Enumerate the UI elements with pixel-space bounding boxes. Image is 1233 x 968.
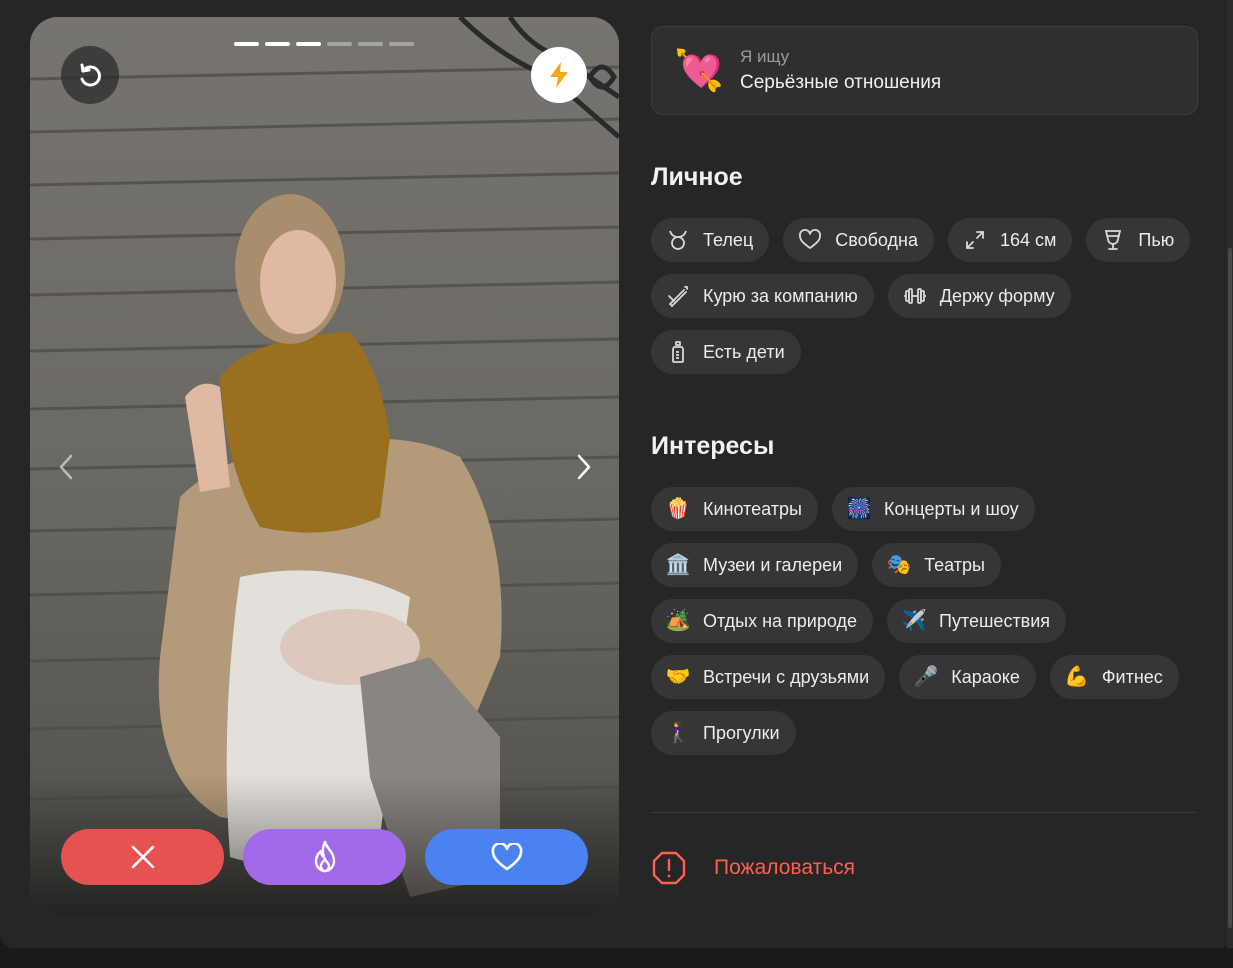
chip-relationship-status: Свободна — [783, 218, 934, 262]
personal-section-title: Личное — [651, 163, 743, 191]
lightning-icon — [550, 62, 568, 88]
interests-section-title: Интересы — [651, 432, 775, 460]
profile-panel: 💘 Я ищу Серьёзные отношения Личное Телец… — [0, 0, 1233, 948]
chip-interest-museums: 🏛️ Музеи и галереи — [651, 543, 859, 587]
dumbbell-icon — [902, 283, 928, 309]
report-button[interactable]: Пожаловаться — [651, 848, 855, 888]
chip-label: Фитнес — [1101, 666, 1163, 687]
chip-interest-friends: 🤝 Встречи с друзьями — [651, 655, 886, 699]
chip-height: 164 см — [947, 218, 1073, 262]
chip-label: Телец — [703, 229, 754, 250]
previous-photo-button[interactable] — [46, 447, 86, 487]
chip-fitness: Держу форму — [887, 274, 1071, 318]
flexed-biceps-icon: 💪 — [1064, 666, 1090, 688]
close-icon — [131, 845, 154, 869]
flame-icon — [314, 840, 335, 873]
museum-icon: 🏛️ — [665, 554, 691, 576]
section-divider — [651, 812, 1196, 813]
height-icon — [962, 227, 988, 253]
chevron-left-icon — [59, 454, 73, 480]
undo-icon — [80, 63, 101, 87]
personal-chips: Телец Свободна 164 см Пью Курю за компан… — [651, 218, 1211, 374]
chip-label: Курю за компанию — [703, 285, 858, 306]
chip-label: Театры — [924, 554, 985, 575]
chevron-right-icon — [577, 454, 591, 480]
chip-interest-nature: 🏕️ Отдых на природе — [651, 599, 873, 643]
warning-icon — [652, 851, 686, 885]
photo-progress-segment — [265, 42, 290, 46]
chip-drinking: Пью — [1086, 218, 1191, 262]
next-photo-button[interactable] — [564, 447, 604, 487]
boost-button[interactable] — [531, 47, 587, 103]
report-label: Пожаловаться — [714, 856, 856, 879]
looking-for-caption: Я ищу — [740, 47, 790, 66]
chip-children: Есть дети — [651, 330, 801, 374]
microphone-icon: 🎤 — [913, 666, 939, 688]
looking-for-card: 💘 Я ищу Серьёзные отношения — [651, 26, 1198, 115]
chip-interest-concerts: 🎆 Концерты и шоу — [831, 487, 1035, 531]
photo-progress-segment — [389, 42, 414, 46]
theatre-masks-icon: 🎭 — [886, 554, 912, 576]
chip-label: Кинотеатры — [703, 498, 802, 519]
chip-label: Встречи с друзьями — [703, 666, 870, 687]
chip-label: Есть дети — [703, 341, 785, 362]
chip-zodiac: Телец — [651, 218, 770, 262]
chip-label: Путешествия — [939, 610, 1051, 631]
chip-smoking: Курю за компанию — [651, 274, 874, 318]
interests-chips: 🍿 Кинотеатры 🎆 Концерты и шоу 🏛️ Музеи и… — [651, 487, 1211, 755]
fireworks-icon: 🎆 — [846, 498, 872, 520]
chip-interest-cinemas: 🍿 Кинотеатры — [651, 487, 818, 531]
photo-progress-segment — [358, 42, 383, 46]
chip-label: Пью — [1138, 229, 1175, 250]
chip-label: Прогулки — [703, 722, 780, 743]
wine-glass-icon — [1100, 227, 1126, 253]
chip-interest-karaoke: 🎤 Караоке — [899, 655, 1036, 699]
chip-interest-theatres: 🎭 Театры — [872, 543, 1001, 587]
chip-interest-fitness: 💪 Фитнес — [1049, 655, 1179, 699]
scrollbar-track[interactable] — [1227, 0, 1233, 948]
walking-woman-icon: 🚶‍♀️ — [665, 722, 691, 744]
looking-for-value: Серьёзные отношения — [740, 72, 942, 93]
chip-label: Концерты и шоу — [883, 498, 1019, 519]
chip-label: Держу форму — [939, 285, 1055, 306]
chip-label: Музеи и галереи — [703, 554, 843, 575]
popcorn-icon: 🍿 — [665, 498, 691, 520]
airplane-icon: ✈️ — [901, 610, 927, 632]
chip-label: Свободна — [835, 229, 918, 250]
cigarette-icon — [665, 283, 691, 309]
chip-interest-walks: 🚶‍♀️ Прогулки — [651, 711, 796, 755]
like-button[interactable] — [425, 829, 588, 885]
camping-icon: 🏕️ — [665, 610, 691, 632]
superlike-button[interactable] — [243, 829, 406, 885]
profile-photo-card[interactable] — [30, 17, 619, 915]
taurus-icon — [665, 227, 691, 253]
heart-icon — [491, 843, 522, 871]
undo-button[interactable] — [61, 46, 119, 104]
heart-outline-icon — [797, 227, 823, 253]
photo-progress-segment — [327, 42, 352, 46]
scrollbar-thumb[interactable] — [1228, 248, 1232, 928]
photo-progress-segment — [234, 42, 259, 46]
chip-label: Отдых на природе — [703, 610, 857, 631]
baby-bottle-icon — [665, 339, 691, 365]
chip-interest-travel: ✈️ Путешествия — [887, 599, 1067, 643]
photo-progress-segment — [296, 42, 321, 46]
dislike-button[interactable] — [61, 829, 224, 885]
handshake-icon: 🤝 — [665, 666, 691, 688]
chip-label: Караоке — [951, 666, 1020, 687]
page-bottom-strip — [0, 948, 1233, 968]
chip-label: 164 см — [999, 229, 1057, 250]
photo-progress-indicator — [234, 42, 414, 46]
heart-arrow-icon: 💘 — [674, 49, 724, 93]
